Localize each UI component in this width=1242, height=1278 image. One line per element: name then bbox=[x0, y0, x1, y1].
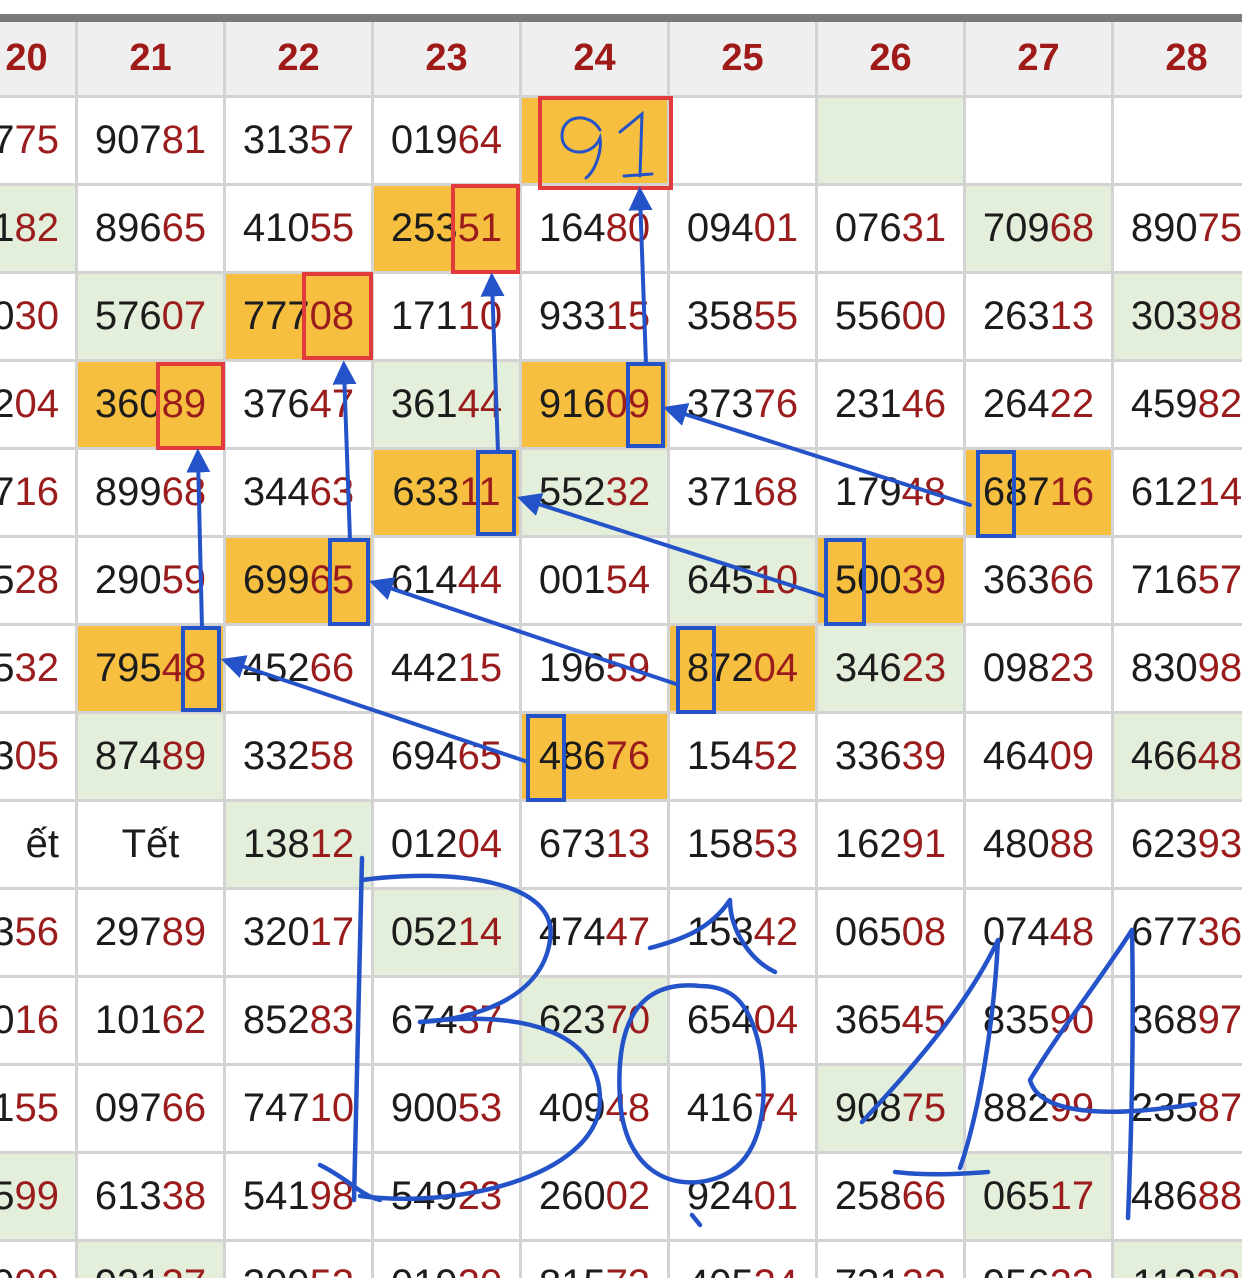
blue-box-6 bbox=[824, 538, 866, 626]
arrow-5 bbox=[662, 402, 972, 507]
arrow-6 bbox=[516, 492, 826, 598]
arrow-3 bbox=[332, 360, 357, 542]
red-box-89 bbox=[156, 362, 225, 450]
blue-box-4 bbox=[181, 626, 221, 712]
blue-box-3 bbox=[328, 538, 370, 626]
arrow-8 bbox=[220, 655, 530, 764]
arrow-4 bbox=[186, 448, 211, 630]
red-box-08 bbox=[302, 272, 373, 360]
blue-box-8 bbox=[526, 714, 566, 802]
arrow-1 bbox=[628, 186, 653, 366]
arrow-2 bbox=[480, 272, 505, 454]
blue-box-1 bbox=[626, 362, 665, 448]
red-boxes bbox=[156, 96, 673, 450]
handwritten-91 bbox=[560, 110, 654, 180]
handwritten-bo-14 bbox=[317, 855, 1198, 1228]
blue-boxes bbox=[181, 362, 1016, 802]
arrows bbox=[186, 186, 972, 764]
blue-box-5 bbox=[976, 450, 1016, 538]
lottery-table-screenshot: 2021222324252627287759078131357019641828… bbox=[0, 0, 1242, 1278]
handwriting-overlay bbox=[156, 96, 1198, 1228]
arrow-7 bbox=[368, 577, 678, 686]
blue-box-7 bbox=[676, 626, 716, 714]
blue-box-2 bbox=[476, 450, 516, 536]
red-box-51 bbox=[451, 184, 520, 274]
